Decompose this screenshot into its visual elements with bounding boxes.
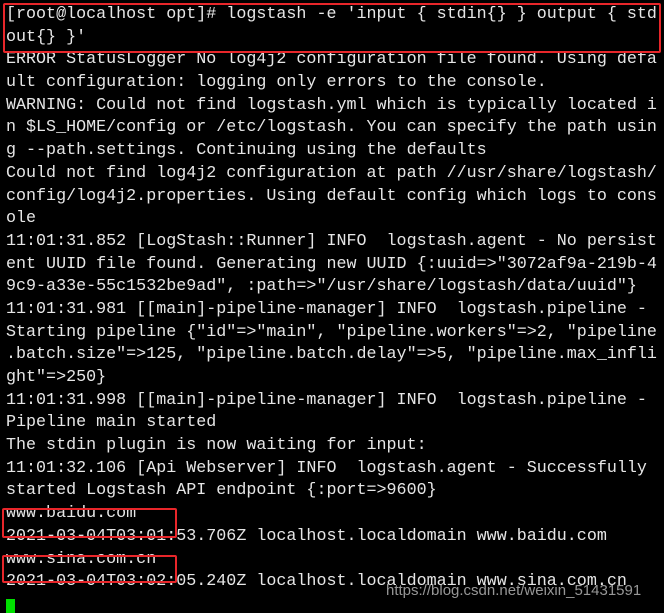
terminal-line: 11:01:31.852 [LogStash::Runner] INFO log… [6, 231, 657, 251]
terminal-line: WARNING: Could not find logstash.yml whi… [6, 95, 657, 115]
terminal-line: g --path.settings. Continuing using the … [6, 141, 487, 161]
terminal-line: ult configuration: logging only errors t… [6, 73, 547, 93]
highlight-command-box [3, 3, 661, 53]
terminal-line: Pipeline main started [6, 413, 217, 433]
terminal-line: 11:01:31.981 [[main]-pipeline-manager] I… [6, 299, 647, 319]
terminal-line: 11:01:32.106 [Api Webserver] INFO logsta… [6, 458, 647, 478]
terminal-line: config/log4j2.properties. Using default … [6, 186, 657, 206]
terminal-line: ole [6, 209, 37, 229]
terminal-line: Could not find log4j2 configuration at p… [6, 163, 657, 183]
terminal-line: started Logstash API endpoint {:port=>96… [6, 481, 437, 501]
terminal-line: ght"=>250} [6, 368, 107, 387]
terminal-line: 9c9-a33e-55c1532be9ad", :path=>"/usr/sha… [6, 277, 637, 297]
watermark: https://blog.csdn.net/weixin_51431591 [386, 582, 642, 599]
terminal-line: 11:01:31.998 [[main]-pipeline-manager] I… [6, 390, 647, 410]
terminal-line: n $LS_HOME/config or /etc/logstash. You … [6, 118, 657, 138]
terminal-output[interactable]: [root@localhost opt]# logstash -e 'input… [6, 4, 657, 594]
terminal-line: .batch.size"=>125, "pipeline.batch.delay… [6, 345, 657, 365]
highlight-input-baidu-box [2, 508, 177, 538]
terminal-line: ent UUID file found. Generating new UUID… [6, 254, 657, 274]
terminal-cursor [6, 599, 15, 613]
terminal-line: Starting pipeline {"id"=>"main", "pipeli… [6, 322, 657, 342]
highlight-input-sina-box [2, 555, 177, 583]
terminal-line: The stdin plugin is now waiting for inpu… [6, 436, 427, 456]
